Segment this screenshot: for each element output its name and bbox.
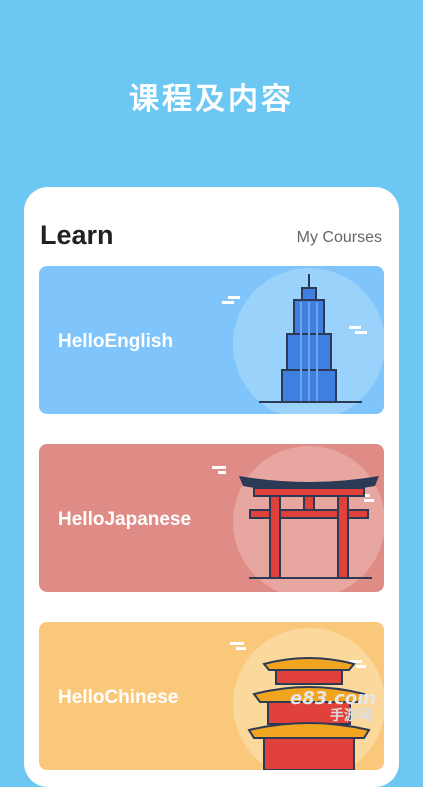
page-title: Learn (40, 220, 114, 250)
skyscraper-icon (222, 268, 384, 414)
course-card-english[interactable]: HelloEnglish (39, 266, 384, 414)
hero-title: 课程及内容 (129, 82, 294, 117)
my-courses-link[interactable]: My Courses (297, 229, 382, 247)
course-label-chinese: HelloChinese (58, 687, 179, 708)
course-label-english: HelloEnglish (58, 331, 174, 352)
torii-gate-icon (212, 446, 384, 592)
course-label-japanese: HelloJapanese (58, 509, 192, 530)
watermark-subtext: 手游网 (330, 708, 372, 724)
course-card-japanese[interactable]: HelloJapanese (39, 444, 384, 592)
